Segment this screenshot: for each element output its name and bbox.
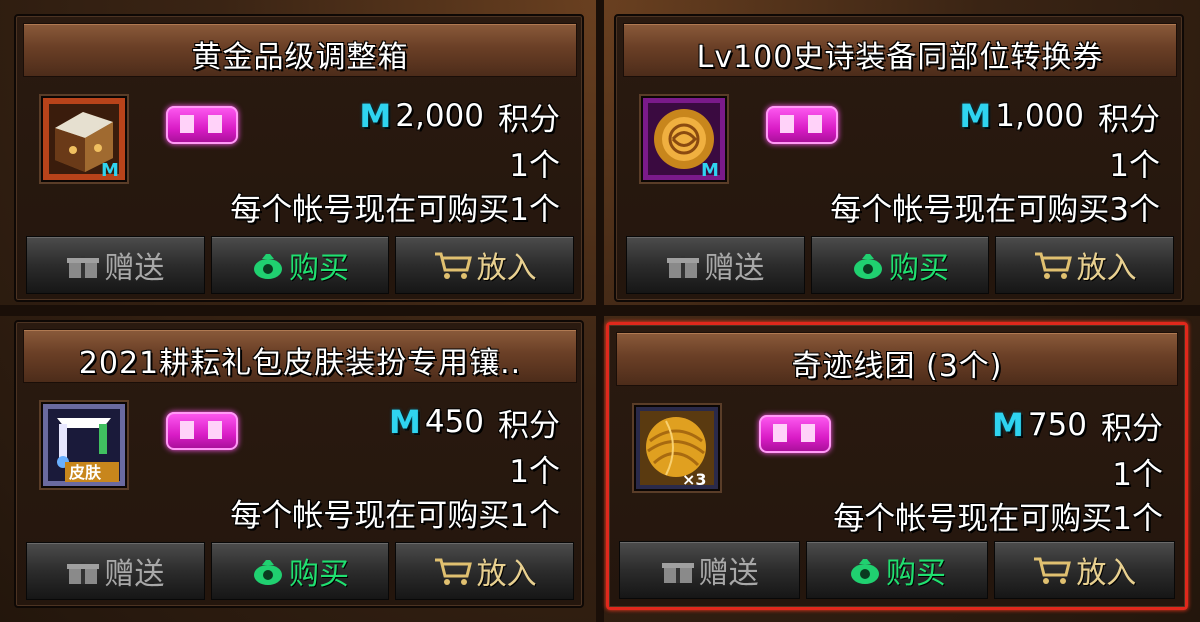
item-title-bar: 2021耕耘礼包皮肤装扮专用镶.. xyxy=(23,329,577,383)
item-title-bar: 黄金品级调整箱 xyxy=(23,23,577,77)
shop-item-card[interactable]: 2021耕耘礼包皮肤装扮专用镶.. 皮肤 M 450 积分 1个 每个帐号现在可… xyxy=(14,320,584,608)
gift-icon xyxy=(67,562,100,584)
price: M 1,000 积分 xyxy=(959,94,1160,138)
purchase-limit: 每个帐号现在可购买1个 xyxy=(230,192,560,228)
item-name: 2021耕耘礼包皮肤装扮专用镶.. xyxy=(78,346,522,381)
item-quantity: 1个 xyxy=(1112,457,1163,493)
item-name: Lv100史诗装备同部位转换券 xyxy=(696,40,1104,75)
svg-text:M: M xyxy=(701,160,719,180)
price-amount: 2,000 xyxy=(395,98,484,134)
gift-button[interactable]: 赠送 xyxy=(626,236,805,294)
item-title-bar: Lv100史诗装备同部位转换券 xyxy=(623,23,1177,77)
add-to-cart-button[interactable]: 放入 xyxy=(395,542,575,600)
add-to-cart-button[interactable]: 放入 xyxy=(995,236,1175,294)
cart-icon xyxy=(1034,252,1072,279)
svg-text:M: M xyxy=(101,160,119,180)
currency-m-icon: M xyxy=(959,97,992,135)
money-bag-icon xyxy=(254,254,282,279)
cart-icon xyxy=(1034,557,1072,584)
buy-button[interactable]: 购买 xyxy=(210,236,390,294)
item-title-bar: 奇迹线团 (3个) xyxy=(616,332,1178,386)
money-bag-icon xyxy=(854,254,882,279)
gift-button[interactable]: 赠送 xyxy=(619,541,801,599)
currency-m-icon: M xyxy=(991,406,1024,444)
price-unit: 积分 xyxy=(498,407,560,444)
quantity-label: ×3 xyxy=(682,470,707,489)
currency-m-icon: M xyxy=(359,97,392,135)
action-buttons: 赠送 购买 放入 xyxy=(26,236,575,294)
miracle-yarn-ball-icon[interactable]: ×3 xyxy=(634,405,720,491)
item-quantity: 1个 xyxy=(509,454,560,490)
price: M 2,000 积分 xyxy=(359,94,560,138)
shop-item-card-selected[interactable]: 奇迹线团 (3个) ×3 M 750 积分 1个 每个帐号现在可购买1个 赠送 … xyxy=(606,322,1188,610)
limited-badge-icon xyxy=(759,415,831,453)
gift-button[interactable]: 赠送 xyxy=(26,542,205,600)
buy-button[interactable]: 购买 xyxy=(806,541,988,599)
limited-badge-icon xyxy=(166,412,238,450)
gift-button[interactable]: 赠送 xyxy=(26,236,205,294)
buy-button[interactable]: 购买 xyxy=(810,236,990,294)
purchase-limit: 每个帐号现在可购买3个 xyxy=(830,192,1160,228)
gift-icon xyxy=(67,256,100,278)
item-quantity: 1个 xyxy=(509,148,560,184)
purchase-limit: 每个帐号现在可购买1个 xyxy=(230,498,560,534)
money-bag-icon xyxy=(850,559,879,584)
action-buttons: 赠送 购买 放入 xyxy=(619,541,1175,599)
skin-label: 皮肤 xyxy=(68,463,102,482)
price-amount: 450 xyxy=(424,404,484,440)
action-buttons: 赠送 购买 放入 xyxy=(626,236,1175,294)
price: M 450 积分 xyxy=(389,400,560,444)
shop-item-card[interactable]: 黄金品级调整箱 M M 2,000 积分 1个 每个帐号现在可购买1个 赠送 购… xyxy=(14,14,584,302)
add-to-cart-button[interactable]: 放入 xyxy=(395,236,575,294)
cart-icon xyxy=(434,558,472,585)
item-quantity: 1个 xyxy=(1109,148,1160,184)
price-unit: 积分 xyxy=(1101,410,1163,447)
price-amount: 1,000 xyxy=(995,98,1084,134)
gift-icon xyxy=(667,256,700,278)
item-name: 奇迹线团 (3个) xyxy=(791,349,1003,384)
limited-badge-icon xyxy=(166,106,238,144)
skin-socket-icon[interactable]: 皮肤 xyxy=(41,402,127,488)
purchase-limit: 每个帐号现在可购买1个 xyxy=(833,501,1163,537)
item-name: 黄金品级调整箱 xyxy=(191,40,409,75)
add-to-cart-button[interactable]: 放入 xyxy=(993,541,1175,599)
price-amount: 750 xyxy=(1027,407,1087,443)
epic-conversion-ticket-icon[interactable]: M xyxy=(641,96,727,182)
currency-m-icon: M xyxy=(388,403,421,441)
cart-icon xyxy=(434,252,472,279)
money-bag-icon xyxy=(254,560,282,585)
buy-button[interactable]: 购买 xyxy=(210,542,390,600)
gold-grade-box-icon[interactable]: M xyxy=(41,96,127,182)
price: M 750 积分 xyxy=(992,403,1163,447)
price-unit: 积分 xyxy=(498,101,560,138)
shop-item-card[interactable]: Lv100史诗装备同部位转换券 M M 1,000 积分 1个 每个帐号现在可购… xyxy=(614,14,1184,302)
limited-badge-icon xyxy=(766,106,838,144)
action-buttons: 赠送 购买 放入 xyxy=(26,542,575,600)
gift-icon xyxy=(661,561,694,583)
price-unit: 积分 xyxy=(1098,101,1160,138)
